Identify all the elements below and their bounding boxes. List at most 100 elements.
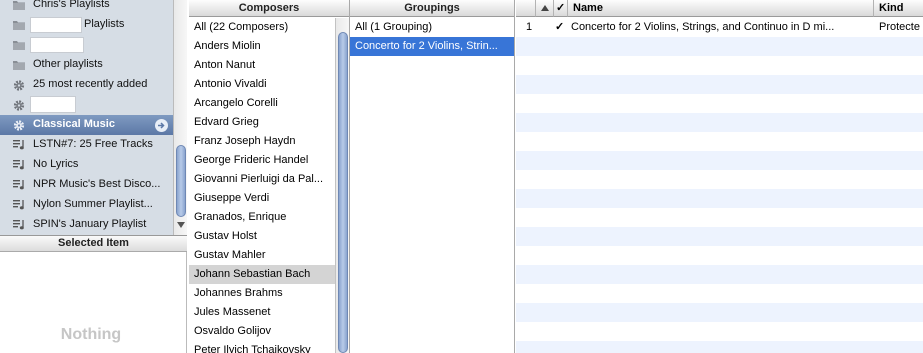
- sidebar-item-spin-january[interactable]: SPIN's January Playlist: [0, 215, 173, 235]
- composers-scroll-thumb[interactable]: [338, 32, 348, 353]
- composer-item[interactable]: Arcangelo Corelli: [189, 94, 335, 113]
- track-kind: Protecte: [879, 21, 920, 33]
- go-arrow-icon[interactable]: [155, 119, 168, 132]
- table-row[interactable]: 1 ✓ Concerto for 2 Violins, Strings, and…: [516, 18, 923, 37]
- track-list: ✓ Name Kind 1 ✓ Concerto for 2 Violins, …: [516, 0, 923, 353]
- composer-item[interactable]: Jules Massenet: [189, 303, 335, 322]
- composer-item[interactable]: Edvard Grieg: [189, 113, 335, 132]
- groupings-browser: Groupings All (1 Grouping) Concerto for …: [350, 0, 515, 353]
- empty-row: [516, 227, 923, 246]
- column-header-number[interactable]: [516, 0, 536, 17]
- composer-item[interactable]: Anders Miolin: [189, 37, 335, 56]
- folder-icon: [13, 21, 25, 30]
- playlist-icon: [13, 140, 24, 150]
- folder-icon: [13, 61, 25, 70]
- composer-item[interactable]: Anton Nanut: [189, 56, 335, 75]
- composers-browser: Composers All (22 Composers) Anders Miol…: [189, 0, 350, 353]
- column-header-checkbox[interactable]: ✓: [554, 0, 568, 17]
- sidebar-item-other-playlists[interactable]: Other playlists: [0, 55, 173, 75]
- sidebar-item-chris-playlists[interactable]: Chris's Playlists: [0, 0, 173, 15]
- composer-item-selected[interactable]: Johann Sebastian Bach: [189, 265, 335, 284]
- smart-playlist-gear-icon: [13, 100, 25, 111]
- empty-row: [516, 265, 923, 284]
- composers-list: All (22 Composers) Anders Miolin Anton N…: [189, 18, 335, 353]
- sidebar-item-25-most-recently-added[interactable]: 25 most recently added: [0, 75, 173, 95]
- sidebar-item-label: Nylon Summer Playlist...: [33, 198, 153, 210]
- sidebar-item-label: Chris's Playlists: [33, 0, 110, 10]
- folder-icon: [13, 1, 25, 10]
- empty-row: [516, 303, 923, 322]
- empty-row: [516, 94, 923, 113]
- source-list: Chris's Playlists Playlists Other playli…: [0, 0, 187, 235]
- empty-row: [516, 113, 923, 132]
- sidebar-scrollbar[interactable]: [173, 0, 187, 235]
- track-name: Concerto for 2 Violins, Strings, and Con…: [571, 21, 835, 33]
- folder-icon: [13, 41, 25, 50]
- empty-row: [516, 284, 923, 303]
- sidebar-item-label: Other playlists: [33, 58, 103, 70]
- sidebar-item-label: SPIN's January Playlist: [33, 218, 147, 230]
- sidebar-item-lstn7[interactable]: LSTN#7: 25 Free Tracks: [0, 135, 173, 155]
- sidebar-item-label: Playlists: [84, 18, 125, 30]
- composer-item[interactable]: Gustav Mahler: [189, 246, 335, 265]
- redacted-label: [30, 17, 82, 33]
- sidebar-scroll-thumb[interactable]: [176, 145, 186, 217]
- composer-item[interactable]: Franz Joseph Haydn: [189, 132, 335, 151]
- composer-item[interactable]: Giuseppe Verdi: [189, 189, 335, 208]
- sidebar-item-redacted-smart-playlist[interactable]: [0, 95, 173, 115]
- empty-row: [516, 341, 923, 353]
- composers-header[interactable]: Composers: [189, 0, 349, 17]
- empty-row: [516, 189, 923, 208]
- composer-item[interactable]: George Frideric Handel: [189, 151, 335, 170]
- composer-item[interactable]: Peter Ilyich Tchaikovsky: [189, 341, 335, 353]
- sidebar-item-label: No Lyrics: [33, 158, 79, 170]
- groupings-list: All (1 Grouping) Concerto for 2 Violins,…: [350, 18, 514, 353]
- playlist-icon: [13, 200, 24, 210]
- sidebar-item-label: Classical Music: [33, 118, 115, 130]
- grouping-item[interactable]: All (1 Grouping): [350, 18, 514, 37]
- sidebar-item-redacted-folder[interactable]: [0, 35, 173, 55]
- empty-row: [516, 56, 923, 75]
- empty-row: [516, 322, 923, 341]
- empty-row: [516, 151, 923, 170]
- empty-row: [516, 246, 923, 265]
- composers-scrollbar[interactable]: [335, 18, 349, 353]
- playlist-icon: [13, 180, 24, 190]
- smart-playlist-gear-icon: [13, 120, 25, 131]
- empty-row: [516, 75, 923, 94]
- track-checkbox[interactable]: ✓: [555, 18, 567, 37]
- sidebar-item-no-lyrics[interactable]: No Lyrics: [0, 155, 173, 175]
- composer-item[interactable]: Granados, Enrique: [189, 208, 335, 227]
- playlist-list: Chris's Playlists Playlists Other playli…: [0, 0, 173, 235]
- empty-row: [516, 37, 923, 56]
- smart-playlist-gear-icon: [13, 80, 25, 91]
- sidebar-item-classical-music[interactable]: Classical Music: [0, 115, 173, 135]
- empty-row: [516, 208, 923, 227]
- grouping-item-selected[interactable]: Concerto for 2 Violins, Strin...: [350, 37, 514, 56]
- redacted-label: [30, 96, 76, 113]
- sort-indicator-header[interactable]: [536, 0, 554, 17]
- empty-row: [516, 132, 923, 151]
- column-header-kind[interactable]: Kind: [874, 0, 923, 17]
- empty-row: [516, 170, 923, 189]
- composer-item[interactable]: All (22 Composers): [189, 18, 335, 37]
- scroll-down-arrow-icon[interactable]: [177, 222, 185, 228]
- column-header-name[interactable]: Name: [568, 0, 874, 17]
- playlist-icon: [13, 160, 24, 170]
- sidebar-item-npr-music[interactable]: NPR Music's Best Disco...: [0, 175, 173, 195]
- composer-item[interactable]: Osvaldo Golijov: [189, 322, 335, 341]
- track-number: 1: [526, 21, 533, 33]
- artwork-panel: Nothing: [0, 252, 187, 353]
- sidebar-item-label: NPR Music's Best Disco...: [33, 178, 161, 190]
- composer-item[interactable]: Johannes Brahms: [189, 284, 335, 303]
- playlist-icon: [13, 220, 24, 230]
- composer-item[interactable]: Antonio Vivaldi: [189, 75, 335, 94]
- groupings-header[interactable]: Groupings: [350, 0, 514, 17]
- composer-item[interactable]: Giovanni Pierluigi da Pal...: [189, 170, 335, 189]
- sidebar-item-playlists-folder[interactable]: Playlists: [0, 15, 173, 35]
- composer-item[interactable]: Gustav Holst: [189, 227, 335, 246]
- redacted-label: [30, 37, 84, 53]
- sidebar-item-nylon-summer[interactable]: Nylon Summer Playlist...: [0, 195, 173, 215]
- selected-item-header: Selected Item: [0, 235, 187, 252]
- sidebar-item-label: LSTN#7: 25 Free Tracks: [33, 138, 153, 150]
